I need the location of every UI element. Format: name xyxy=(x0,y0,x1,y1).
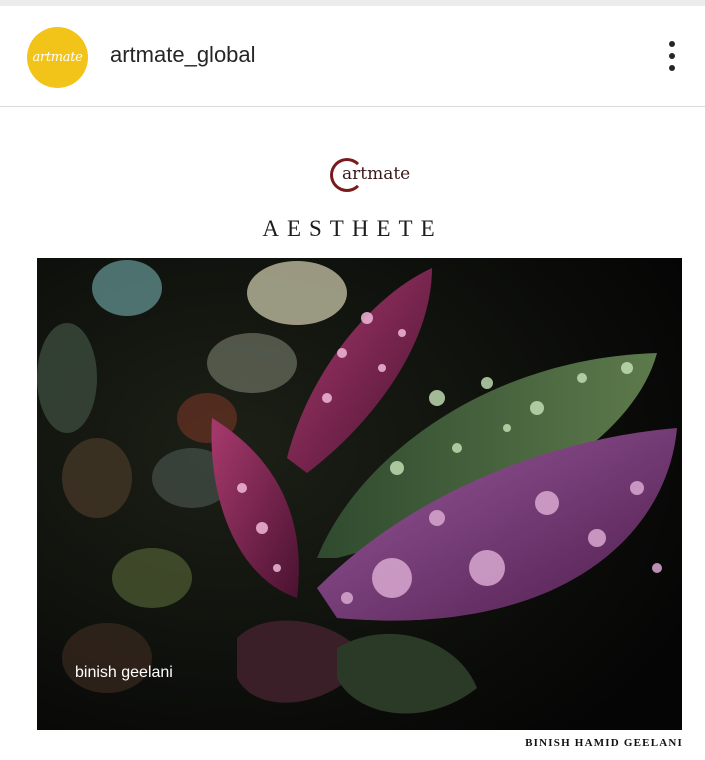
brand-logo-text: artmate xyxy=(342,164,411,184)
brand-logo: artmate xyxy=(330,152,410,196)
post-header: artmate artmate_global xyxy=(0,6,705,107)
leaf-photo: binish geelani xyxy=(37,258,682,730)
post-image[interactable]: artmate AESTHETE binish geelani BINISH H… xyxy=(0,108,705,760)
photo-caption: binish geelani xyxy=(75,664,173,681)
more-options-button[interactable] xyxy=(657,34,687,78)
username[interactable]: artmate_global xyxy=(110,42,256,68)
more-vertical-icon-dot xyxy=(669,53,675,59)
leaf-photo-illustration xyxy=(37,258,682,730)
avatar-logo-text: artmate xyxy=(32,50,83,65)
post-title: AESTHETE xyxy=(262,216,443,241)
avatar[interactable]: artmate xyxy=(27,27,88,88)
photo-credit: BINISH HAMID GEELANI xyxy=(525,737,683,749)
more-vertical-icon xyxy=(669,41,675,47)
more-vertical-icon-dot xyxy=(669,65,675,71)
